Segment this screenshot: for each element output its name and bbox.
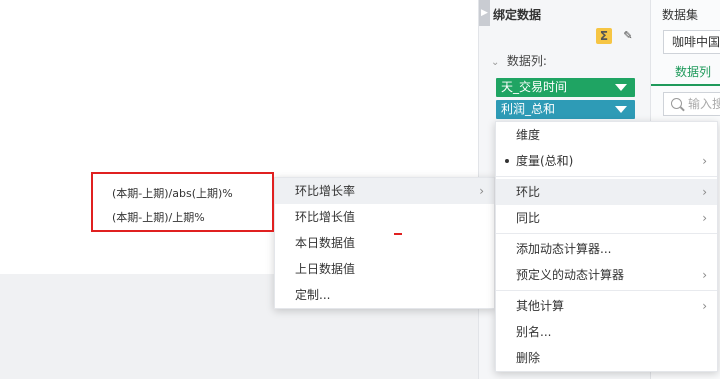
bind-panel-title: 绑定数据 — [493, 8, 542, 22]
menu-item-label: 环比增长率 — [295, 184, 356, 198]
menu-item-alias[interactable]: 别名... — [496, 319, 717, 345]
selected-bullet-icon — [505, 159, 509, 163]
data-columns-header[interactable]: ⌄ 数据列: — [491, 52, 547, 69]
menu-item-ring-ratio[interactable]: 环比 › — [496, 179, 717, 205]
menu-divider — [496, 290, 717, 291]
menu-item-ring-growth-value[interactable]: 环比增长值 — [275, 204, 494, 230]
chevron-right-icon: › — [702, 185, 707, 199]
menu-item-custom[interactable]: 定制... — [275, 282, 494, 308]
menu-item-today-value[interactable]: 本日数据值 — [275, 230, 494, 256]
field-label: 天_交易时间 — [501, 80, 568, 94]
menu-item-label: 其他计算 — [516, 299, 565, 313]
field-transaction-time[interactable]: 天_交易时间 — [496, 78, 635, 97]
tab-underline — [651, 84, 720, 86]
chevron-right-icon: › — [702, 154, 707, 168]
chevron-down-icon: ⌄ — [491, 57, 500, 68]
tab-data-columns[interactable]: 数据列 — [675, 63, 711, 80]
eraser-icon[interactable]: ✎ — [621, 28, 635, 44]
menu-item-measure-sum[interactable]: 度量(总和) › — [496, 148, 717, 174]
menu-item-label: 上日数据值 — [295, 262, 356, 276]
menu-item-other-calculations[interactable]: 其他计算 › — [496, 293, 717, 319]
menu-divider — [496, 176, 717, 177]
dataset-panel-title: 数据集 — [662, 8, 699, 22]
search-icon — [671, 98, 682, 109]
search-placeholder: 输入搜索 — [688, 97, 720, 111]
field-profit-sum[interactable]: 利润_总和 — [496, 100, 635, 119]
annotation-mark — [394, 233, 402, 235]
menu-item-dimension[interactable]: 维度 — [496, 122, 717, 148]
chevron-right-icon: › — [702, 299, 707, 313]
menu-item-yesterday-value[interactable]: 上日数据值 — [275, 256, 494, 282]
dataset-select[interactable]: 咖啡中国 — [663, 30, 720, 54]
ring-ratio-submenu: 环比增长率 › 环比增长值 本日数据值 上日数据值 定制... — [274, 177, 495, 309]
collapse-handle[interactable]: ▶ — [479, 0, 490, 26]
menu-item-delete[interactable]: 删除 — [496, 345, 717, 371]
data-columns-label: 数据列: — [506, 54, 547, 68]
menu-item-label: 环比增长值 — [295, 210, 356, 224]
menu-item-year-over-year[interactable]: 同比 › — [496, 205, 717, 231]
menu-item-predefined-calculator[interactable]: 预定义的动态计算器 › — [496, 262, 717, 288]
menu-item-label: 度量(总和) — [516, 154, 574, 168]
sum-icon[interactable]: Σ — [596, 28, 612, 44]
field-label: 利润_总和 — [501, 102, 556, 116]
growth-rate-formula-menu: (本期-上期)/abs(上期)% (本期-上期)/上期% — [91, 172, 274, 232]
dropdown-arrow-icon[interactable] — [615, 106, 627, 113]
field-context-menu: 维度 度量(总和) › 环比 › 同比 › 添加动态计算器... 预定义的动态计… — [495, 121, 718, 372]
chevron-right-icon: › — [702, 211, 707, 225]
dropdown-arrow-icon[interactable] — [615, 84, 627, 91]
menu-item-add-dynamic-calculator[interactable]: 添加动态计算器... — [496, 236, 717, 262]
menu-item-label: 定制... — [295, 288, 331, 302]
chevron-right-icon: › — [702, 268, 707, 282]
menu-item-label: 同比 — [516, 211, 541, 225]
menu-item-label: 添加动态计算器... — [516, 242, 612, 256]
formula-option-plain[interactable]: (本期-上期)/上期% — [112, 209, 205, 225]
menu-divider — [496, 233, 717, 234]
menu-item-label: 删除 — [516, 351, 541, 365]
formula-option-abs[interactable]: (本期-上期)/abs(上期)% — [112, 185, 233, 201]
menu-item-label: 维度 — [516, 128, 541, 142]
menu-item-label: 环比 — [516, 185, 541, 199]
menu-item-label: 本日数据值 — [295, 236, 356, 250]
menu-item-ring-growth-rate[interactable]: 环比增长率 › — [275, 178, 494, 204]
menu-item-label: 预定义的动态计算器 — [516, 268, 625, 282]
chevron-right-icon: › — [479, 184, 484, 198]
menu-item-label: 别名... — [516, 325, 552, 339]
search-input[interactable]: 输入搜索 — [663, 92, 720, 116]
